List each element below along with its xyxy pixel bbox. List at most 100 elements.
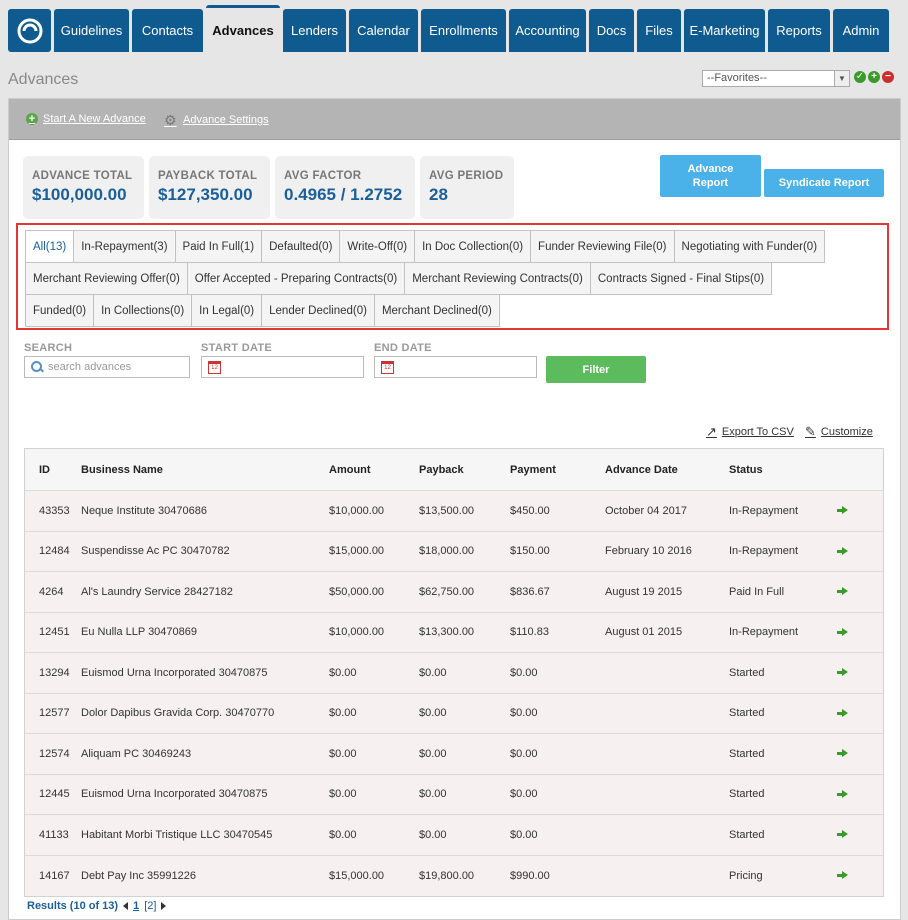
tab-enrollments[interactable]: Enrollments bbox=[421, 9, 506, 52]
arrow-right-icon[interactable] bbox=[837, 830, 848, 839]
table-row[interactable]: 41133 Habitant Morbi Tristique LLC 304705… bbox=[25, 815, 883, 856]
status-tab-funder-reviewing-file[interactable]: Funder Reviewing File(0) bbox=[530, 230, 675, 263]
table-row[interactable]: 12451 Eu Nulla LLP 30470869 $10,000.00 $13,… bbox=[25, 612, 883, 653]
app-logo[interactable] bbox=[8, 9, 51, 52]
arrow-right-icon[interactable] bbox=[837, 627, 848, 637]
cell-id: 41133 bbox=[39, 828, 69, 841]
advance-report-button[interactable]: Advance Report bbox=[660, 155, 761, 197]
page-1-link[interactable]: 1 bbox=[133, 900, 139, 912]
status-tab-in-repayment[interactable]: In-Repayment(3) bbox=[73, 230, 176, 263]
action-bar: + Start A New Advance ⚙ Advance Settings bbox=[9, 99, 900, 140]
status-tab-all[interactable]: All(13) bbox=[25, 230, 75, 263]
tab-guidelines[interactable]: Guidelines bbox=[54, 9, 129, 52]
status-tab-in-legal[interactable]: In Legal(0) bbox=[191, 294, 263, 327]
status-tab-merchant-reviewing-contracts[interactable]: Merchant Reviewing Contracts(0) bbox=[404, 262, 591, 295]
status-tab-merchant-declined[interactable]: Merchant Declined(0) bbox=[373, 294, 500, 327]
search-placeholder: search advances bbox=[48, 361, 132, 373]
table-row[interactable]: 4264 Al's Laundry Service 28427182 $50,000… bbox=[25, 572, 883, 613]
table-row[interactable]: 12574 Aliquam PC 30469243 $0.00 $0.00 $0.00 S… bbox=[25, 734, 883, 775]
table-row[interactable]: 12484 Suspendisse Ac PC 30470782 $15,000.0… bbox=[25, 531, 883, 572]
tab-contacts[interactable]: Contacts bbox=[132, 9, 203, 52]
row-action bbox=[837, 708, 877, 718]
end-date-input[interactable]: 12 bbox=[374, 356, 537, 378]
tab-files[interactable]: Files bbox=[637, 9, 681, 52]
table-row[interactable]: 12577 Dolor Dapibus Gravida Corp. 3047077… bbox=[25, 693, 883, 734]
cell-business: Al's Laundry Service 28427182 bbox=[81, 585, 233, 598]
tab-advances[interactable]: Advances bbox=[206, 5, 280, 52]
tab-docs[interactable]: Docs bbox=[589, 9, 634, 52]
arrow-right-icon[interactable] bbox=[837, 708, 848, 718]
table-row[interactable]: 43353 Neque Institute 30470686 $10,000.00 $… bbox=[25, 491, 883, 532]
cell-id: 12577 bbox=[39, 707, 70, 720]
cell-payment: $450.00 bbox=[510, 504, 550, 517]
col-business-name[interactable]: Business Name bbox=[81, 464, 329, 476]
status-tab-write-off[interactable]: Write-Off(0) bbox=[339, 230, 416, 263]
tab-e-marketing[interactable]: E-Marketing bbox=[684, 9, 765, 52]
col-payment[interactable]: Payment bbox=[510, 464, 605, 476]
col-advance-date[interactable]: Advance Date bbox=[605, 464, 729, 476]
customize-link[interactable]: ✎ Customize bbox=[805, 424, 873, 440]
status-tab-in-collections[interactable]: In Collections(0) bbox=[93, 294, 193, 327]
status-tab-merchant-reviewing-offer[interactable]: Merchant Reviewing Offer(0) bbox=[25, 262, 188, 295]
row-action bbox=[837, 789, 877, 799]
tab-reports[interactable]: Reports bbox=[768, 9, 830, 52]
cell-amount: $0.00 bbox=[329, 707, 357, 720]
page-2-link[interactable]: [2] bbox=[144, 900, 156, 912]
arrow-right-icon[interactable] bbox=[837, 871, 848, 880]
status-tab-funded[interactable]: Funded(0) bbox=[25, 294, 95, 327]
arrow-right-icon[interactable] bbox=[837, 668, 848, 677]
calendar-icon[interactable]: 12 bbox=[208, 360, 221, 374]
status-tab-paid-in-full[interactable]: Paid In Full(1) bbox=[174, 230, 263, 263]
cell-payment: $110.83 bbox=[510, 626, 549, 639]
arrow-right-icon[interactable] bbox=[837, 546, 848, 556]
calendar-icon[interactable]: 12 bbox=[381, 360, 394, 374]
table-row[interactable]: 14167 Debt Pay Inc 35991226 $15,000.00 $19,… bbox=[25, 855, 883, 896]
cell-status: Started bbox=[729, 747, 765, 760]
next-page-icon[interactable] bbox=[161, 902, 167, 910]
tab-accounting[interactable]: Accounting bbox=[509, 9, 586, 52]
chevron-down-icon[interactable]: ▼ bbox=[834, 71, 849, 86]
stat-avg-period: AVG PERIOD 28 bbox=[420, 156, 514, 219]
tab-lenders[interactable]: Lenders bbox=[283, 9, 346, 52]
col-amount[interactable]: Amount bbox=[329, 464, 419, 476]
check-icon[interactable]: ✓ bbox=[854, 71, 866, 83]
cell-status: In-Repayment bbox=[729, 545, 799, 558]
arrow-right-icon[interactable] bbox=[837, 789, 848, 799]
table-row[interactable]: 12445 Euismod Urna Incorporated 30470875 $… bbox=[25, 774, 883, 815]
table-row[interactable]: 13294 Euismod Urna Incorporated 30470875 $… bbox=[25, 653, 883, 694]
table-body: 43353 Neque Institute 30470686 $10,000.00 $… bbox=[25, 491, 883, 896]
stat-advance-total: ADVANCE TOTAL $100,000.00 bbox=[23, 156, 144, 219]
col-id[interactable]: ID bbox=[25, 464, 81, 476]
prev-page-icon[interactable] bbox=[123, 902, 129, 910]
cell-status: Started bbox=[729, 707, 765, 720]
tab-calendar[interactable]: Calendar bbox=[349, 9, 418, 52]
arrow-right-icon[interactable] bbox=[837, 506, 848, 515]
col-payback[interactable]: Payback bbox=[419, 464, 510, 476]
status-tab-contracts-signed-final-stips[interactable]: Contracts Signed - Final Stips(0) bbox=[589, 262, 773, 295]
arrow-right-icon[interactable] bbox=[837, 587, 848, 596]
favorites-select[interactable]: --Favorites-- ▼ bbox=[702, 70, 850, 87]
start-date-input[interactable]: 12 bbox=[201, 356, 364, 378]
status-tab-negotiating-with-funder[interactable]: Negotiating with Funder(0) bbox=[673, 230, 826, 263]
add-favorite-icon[interactable]: + bbox=[868, 71, 880, 83]
row-action bbox=[837, 627, 877, 637]
status-tab-offer-accepted-preparing-contracts[interactable]: Offer Accepted - Preparing Contracts(0) bbox=[186, 262, 406, 295]
cell-id: 4264 bbox=[39, 585, 64, 598]
start-date-label: START DATE bbox=[201, 342, 273, 354]
tab-admin[interactable]: Admin bbox=[833, 9, 889, 52]
export-csv-link[interactable]: ↗ Export To CSV bbox=[706, 424, 794, 440]
arrow-right-icon[interactable] bbox=[837, 749, 848, 758]
status-tab-in-doc-collection[interactable]: In Doc Collection(0) bbox=[414, 230, 532, 263]
status-tab-defaulted[interactable]: Defaulted(0) bbox=[261, 230, 341, 263]
syndicate-report-button[interactable]: Syndicate Report bbox=[764, 169, 884, 197]
cell-payback: $0.00 bbox=[419, 788, 447, 801]
remove-favorite-icon[interactable]: − bbox=[882, 71, 894, 83]
advance-settings-link[interactable]: ⚙ Advance Settings bbox=[164, 113, 269, 127]
status-tab-lender-declined[interactable]: Lender Declined(0) bbox=[261, 294, 375, 327]
search-input[interactable]: search advances bbox=[24, 356, 190, 378]
start-advance-link[interactable]: + Start A New Advance bbox=[26, 113, 146, 125]
cell-amount: $0.00 bbox=[329, 747, 357, 760]
filter-button[interactable]: Filter bbox=[546, 356, 646, 383]
col-status[interactable]: Status bbox=[729, 464, 837, 476]
row-action bbox=[837, 546, 877, 556]
